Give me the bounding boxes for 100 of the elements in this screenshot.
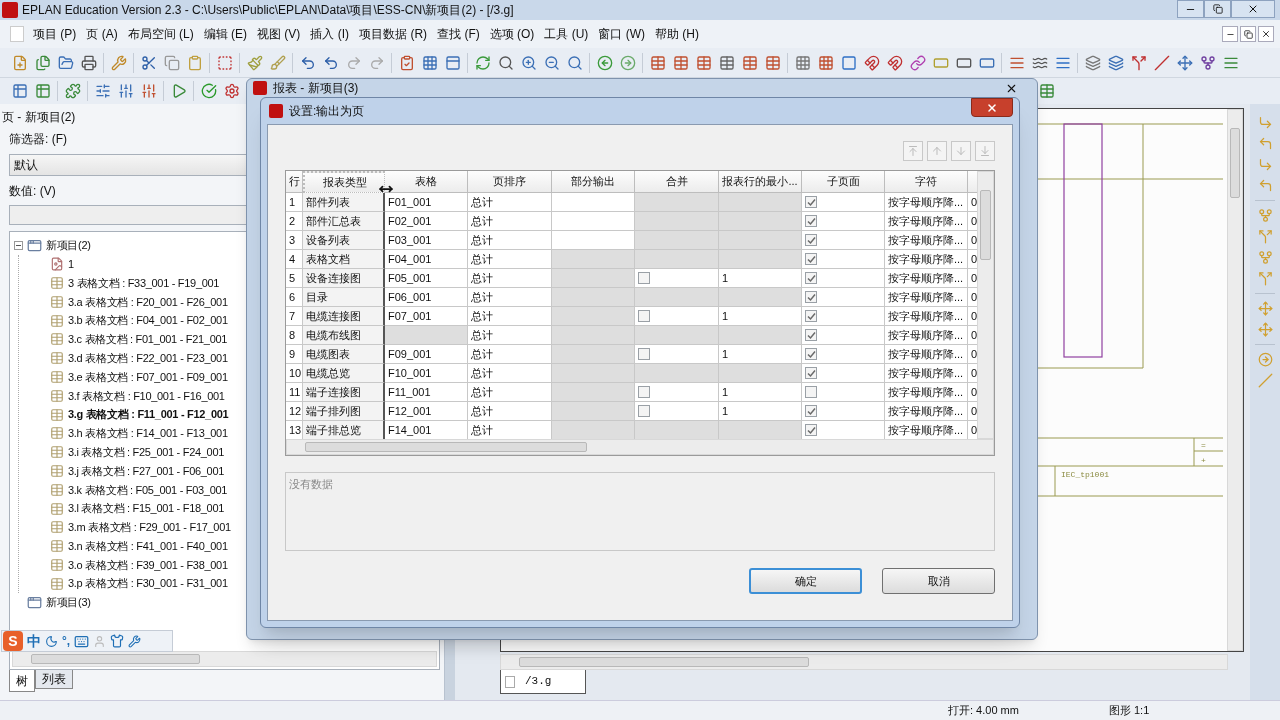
vertical-scrollbar[interactable] [1227,109,1243,651]
checklist-icon[interactable] [398,54,415,71]
tree-item[interactable]: 3.c 表格文档 : F01_001 - F21_001 [68,331,228,348]
dialog-button[interactable]: 取消 [882,568,995,594]
new-page-icon[interactable] [11,54,28,71]
menu-item[interactable]: 查找 (F) [432,25,485,43]
tree-item[interactable]: 3.j 表格文档 : F27_001 - F06_001 [68,462,225,480]
checkbox[interactable] [638,272,650,284]
restore-button[interactable] [1204,0,1231,18]
column-header[interactable]: 合并 [635,171,719,193]
checkbox[interactable] [805,348,817,360]
restore-button[interactable] [1240,26,1256,42]
table-icon[interactable] [764,54,781,71]
panel-tab[interactable]: 列表 [35,670,73,689]
checkbox[interactable] [805,329,817,341]
wrench-icon[interactable] [128,634,142,648]
square-icon[interactable] [840,54,857,71]
checkbox[interactable] [805,234,817,246]
menu-item[interactable]: 布局空间 (L) [122,25,199,43]
tree-item[interactable]: 新项目(3) [46,594,91,611]
printer-icon[interactable] [80,54,97,71]
column-header[interactable]: 报表行的最小... [719,171,802,193]
layers-icon[interactable] [1084,54,1101,71]
checkbox[interactable] [805,310,817,322]
tree-item[interactable]: 3.n 表格文档 : F41_001 - F40_001 [68,537,228,555]
grid-icon[interactable] [817,54,834,71]
undo-icon[interactable] [322,54,339,71]
window-icon[interactable] [444,54,461,71]
table-icon[interactable] [649,54,666,71]
menu-item[interactable]: 项目数据 (R) [354,25,433,43]
tree-item[interactable]: 3.d 表格文档 : F22_001 - F23_001 [68,349,228,367]
table-icon[interactable] [695,54,712,71]
tree-item[interactable]: 3.o 表格文档 : F39_001 - F38_001 [68,556,228,574]
grid-icon[interactable] [794,54,811,71]
table-icon[interactable] [672,54,689,71]
pages-icon[interactable] [34,54,51,71]
zoom-window-icon[interactable] [497,54,514,71]
tree-item[interactable]: 3.p 表格文档 : F30_001 - F31_001 [68,575,228,592]
layers-icon[interactable] [1107,54,1124,71]
menu-item[interactable]: 项目 (P) [28,25,82,43]
move-icon[interactable] [1176,54,1193,71]
menu-item[interactable]: 页 (A) [81,25,123,43]
tree-item[interactable]: 3.m 表格文档 : F29_001 - F17_001 [68,519,231,536]
puzzle-icon[interactable] [64,83,81,99]
punctuation-toggle[interactable]: °, [62,632,71,650]
slash-icon[interactable] [1153,54,1170,71]
grid-icon[interactable] [421,54,438,71]
filter-icon[interactable] [34,83,51,99]
horizontal-scrollbar[interactable] [12,651,437,667]
magnet-icon[interactable] [886,54,903,71]
vertical-scrollbar[interactable] [977,171,994,439]
panel-tab[interactable]: 树 [9,670,35,692]
checkbox[interactable] [805,367,817,379]
clipboard-icon[interactable] [186,54,203,71]
sliders-icon[interactable] [117,83,134,99]
collapse-icon[interactable] [14,240,23,250]
shirt-icon[interactable] [110,634,125,648]
menu-item[interactable]: 视图 (V) [252,25,306,43]
keyboard-icon[interactable] [74,633,90,649]
table-icon[interactable] [1038,83,1055,99]
tree-item[interactable]: 3.h 表格文档 : F14_001 - F13_001 [68,425,228,442]
document-tab[interactable]: /3.g [500,670,586,694]
scrollbar-thumb[interactable] [980,190,991,260]
dialog-button[interactable]: 确定 [749,568,862,594]
tree-item[interactable]: 3 表格文档 : F33_001 - F19_001 [68,274,220,292]
filter-icon[interactable] [11,83,28,99]
zoom-icon[interactable] [566,54,583,71]
undo-icon[interactable] [299,54,316,71]
minimize-button[interactable] [1222,26,1238,42]
tree-item[interactable]: 3.i 表格文档 : F25_001 - F24_001 [68,443,225,461]
checkbox[interactable] [638,405,650,417]
scrollbar-thumb[interactable] [31,654,201,664]
ime-mode[interactable]: 中 [27,630,41,652]
zoom-out-icon[interactable] [543,54,560,71]
redo-icon[interactable] [368,54,385,71]
horizontal-scrollbar[interactable] [286,439,994,455]
column-header[interactable]: 字符 [885,171,968,193]
tree-item[interactable]: 3.a 表格文档 : F20_001 - F26_001 [68,293,228,311]
tree-item[interactable]: 3.e 表格文档 : F07_001 - F09_001 [68,368,228,386]
copy-icon[interactable] [163,54,180,71]
column-header[interactable]: 页排序 [468,171,552,193]
checkbox[interactable] [805,405,817,417]
checkbox[interactable] [805,386,817,398]
horizontal-scrollbar[interactable] [500,654,1228,670]
zoom-in-icon[interactable] [520,54,537,71]
checkbox[interactable] [638,348,650,360]
checkbox[interactable] [805,272,817,284]
split-icon[interactable] [1130,54,1147,71]
selection-icon[interactable] [216,54,233,71]
back-icon[interactable] [596,54,613,71]
sliders-icon[interactable] [140,83,157,99]
tree-item[interactable]: 新项目(2) [46,237,91,254]
wrench-icon[interactable] [110,54,127,71]
checkbox[interactable] [805,215,817,227]
magnet-icon[interactable] [863,54,880,71]
menu-item[interactable]: 选项 (O) [484,25,540,43]
close-button[interactable] [1258,26,1274,42]
moon-icon[interactable] [45,634,58,648]
tree-item[interactable]: 3.g 表格文档 : F11_001 - F12_001 [68,406,229,423]
gear-icon[interactable] [223,83,240,99]
